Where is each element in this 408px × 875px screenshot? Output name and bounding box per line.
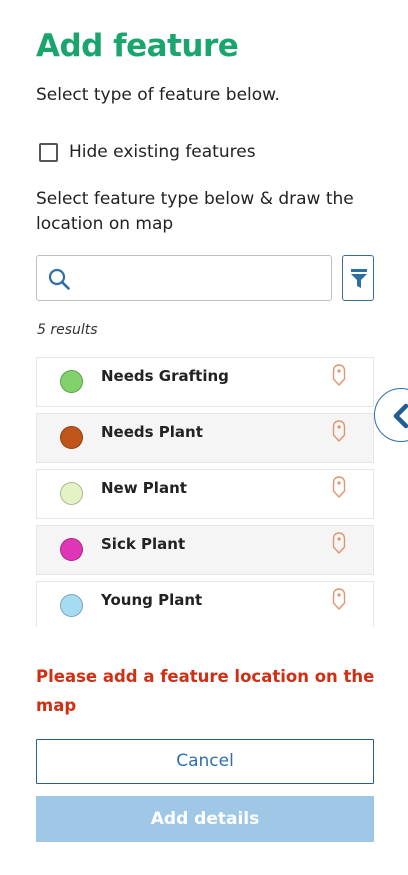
feature-item-young-plant[interactable]: Young Plant — [36, 581, 374, 627]
feature-type-list: Needs Grafting Needs Plant New Plant Sic… — [36, 357, 374, 627]
collapse-panel-button[interactable] — [374, 388, 408, 442]
hide-existing-toggle[interactable]: Hide existing features — [39, 142, 256, 162]
feature-item-needs-grafting[interactable]: Needs Grafting — [36, 357, 374, 407]
feature-item-label: Needs Grafting — [101, 367, 229, 385]
add-feature-panel: Add feature Select type of feature below… — [0, 0, 408, 875]
chevron-left-icon — [393, 403, 408, 429]
filter-icon — [351, 269, 367, 288]
feature-color-swatch — [60, 482, 83, 505]
results-count: 5 results — [37, 322, 98, 338]
error-message: Please add a feature location on the map — [36, 667, 375, 715]
map-pin-icon[interactable] — [332, 420, 346, 442]
search-icon — [48, 268, 70, 290]
search-box[interactable] — [36, 255, 332, 301]
search-input[interactable] — [81, 262, 325, 296]
map-pin-icon[interactable] — [332, 476, 346, 498]
feature-color-swatch — [60, 370, 83, 393]
feature-item-needs-plant[interactable]: Needs Plant — [36, 413, 374, 463]
map-pin-icon[interactable] — [332, 588, 346, 610]
feature-item-label: Young Plant — [101, 591, 203, 609]
hide-existing-checkbox[interactable] — [39, 142, 58, 162]
feature-item-label: Needs Plant — [101, 423, 203, 441]
hide-existing-label: Hide existing features — [69, 142, 256, 162]
feature-item-label: New Plant — [101, 479, 187, 497]
instructions-text: Select feature type below & draw the loc… — [36, 189, 354, 234]
page-title: Add feature — [36, 28, 239, 64]
cancel-button[interactable]: Cancel — [36, 739, 374, 784]
feature-color-swatch — [60, 426, 83, 449]
feature-item-label: Sick Plant — [101, 535, 186, 553]
feature-item-new-plant[interactable]: New Plant — [36, 469, 374, 519]
add-details-button[interactable]: Add details — [36, 796, 374, 842]
page-subtitle: Select type of feature below. — [36, 85, 280, 105]
feature-item-sick-plant[interactable]: Sick Plant — [36, 525, 374, 575]
map-pin-icon[interactable] — [332, 364, 346, 386]
map-pin-icon[interactable] — [332, 532, 346, 554]
filter-button[interactable] — [342, 255, 374, 301]
feature-color-swatch — [60, 538, 83, 561]
feature-color-swatch — [60, 594, 83, 617]
